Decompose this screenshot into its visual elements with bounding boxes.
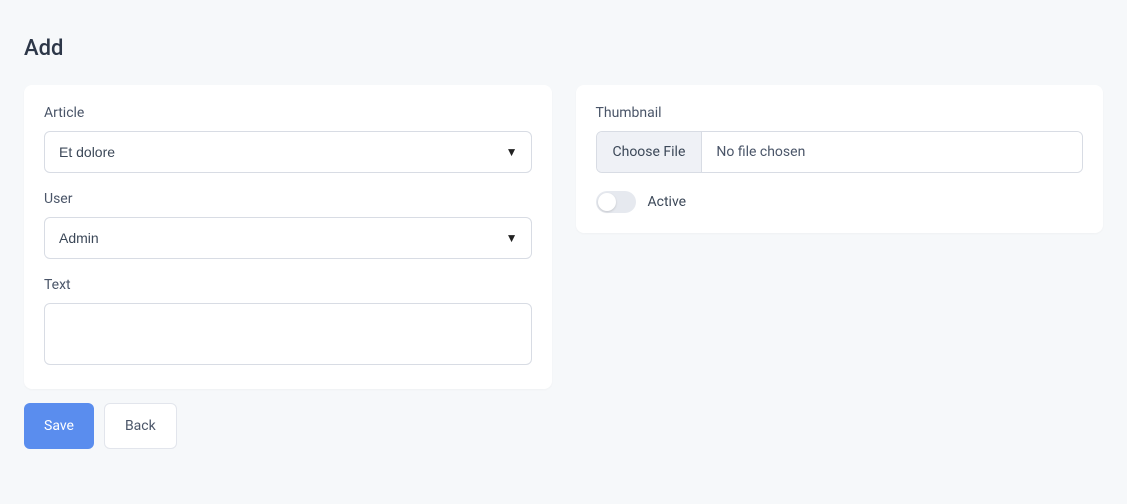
back-button[interactable]: Back xyxy=(104,403,177,449)
text-input[interactable] xyxy=(44,303,532,365)
choose-file-button[interactable]: Choose File xyxy=(597,132,703,172)
article-select[interactable]: Et dolore xyxy=(44,131,532,173)
user-select[interactable]: Admin xyxy=(44,217,532,259)
active-label: Active xyxy=(648,194,687,210)
article-label: Article xyxy=(44,105,532,121)
text-label: Text xyxy=(44,277,532,293)
thumbnail-label: Thumbnail xyxy=(596,105,1084,121)
form-card: Article Et dolore ▼ User Admin ▼ xyxy=(24,85,552,389)
thumbnail-card: Thumbnail Choose File No file chosen Act… xyxy=(576,85,1104,233)
user-label: User xyxy=(44,191,532,207)
file-status: No file chosen xyxy=(702,132,1082,172)
save-button[interactable]: Save xyxy=(24,403,94,449)
toggle-knob xyxy=(598,193,616,211)
page-title: Add xyxy=(24,36,1103,61)
active-toggle[interactable] xyxy=(596,191,636,213)
